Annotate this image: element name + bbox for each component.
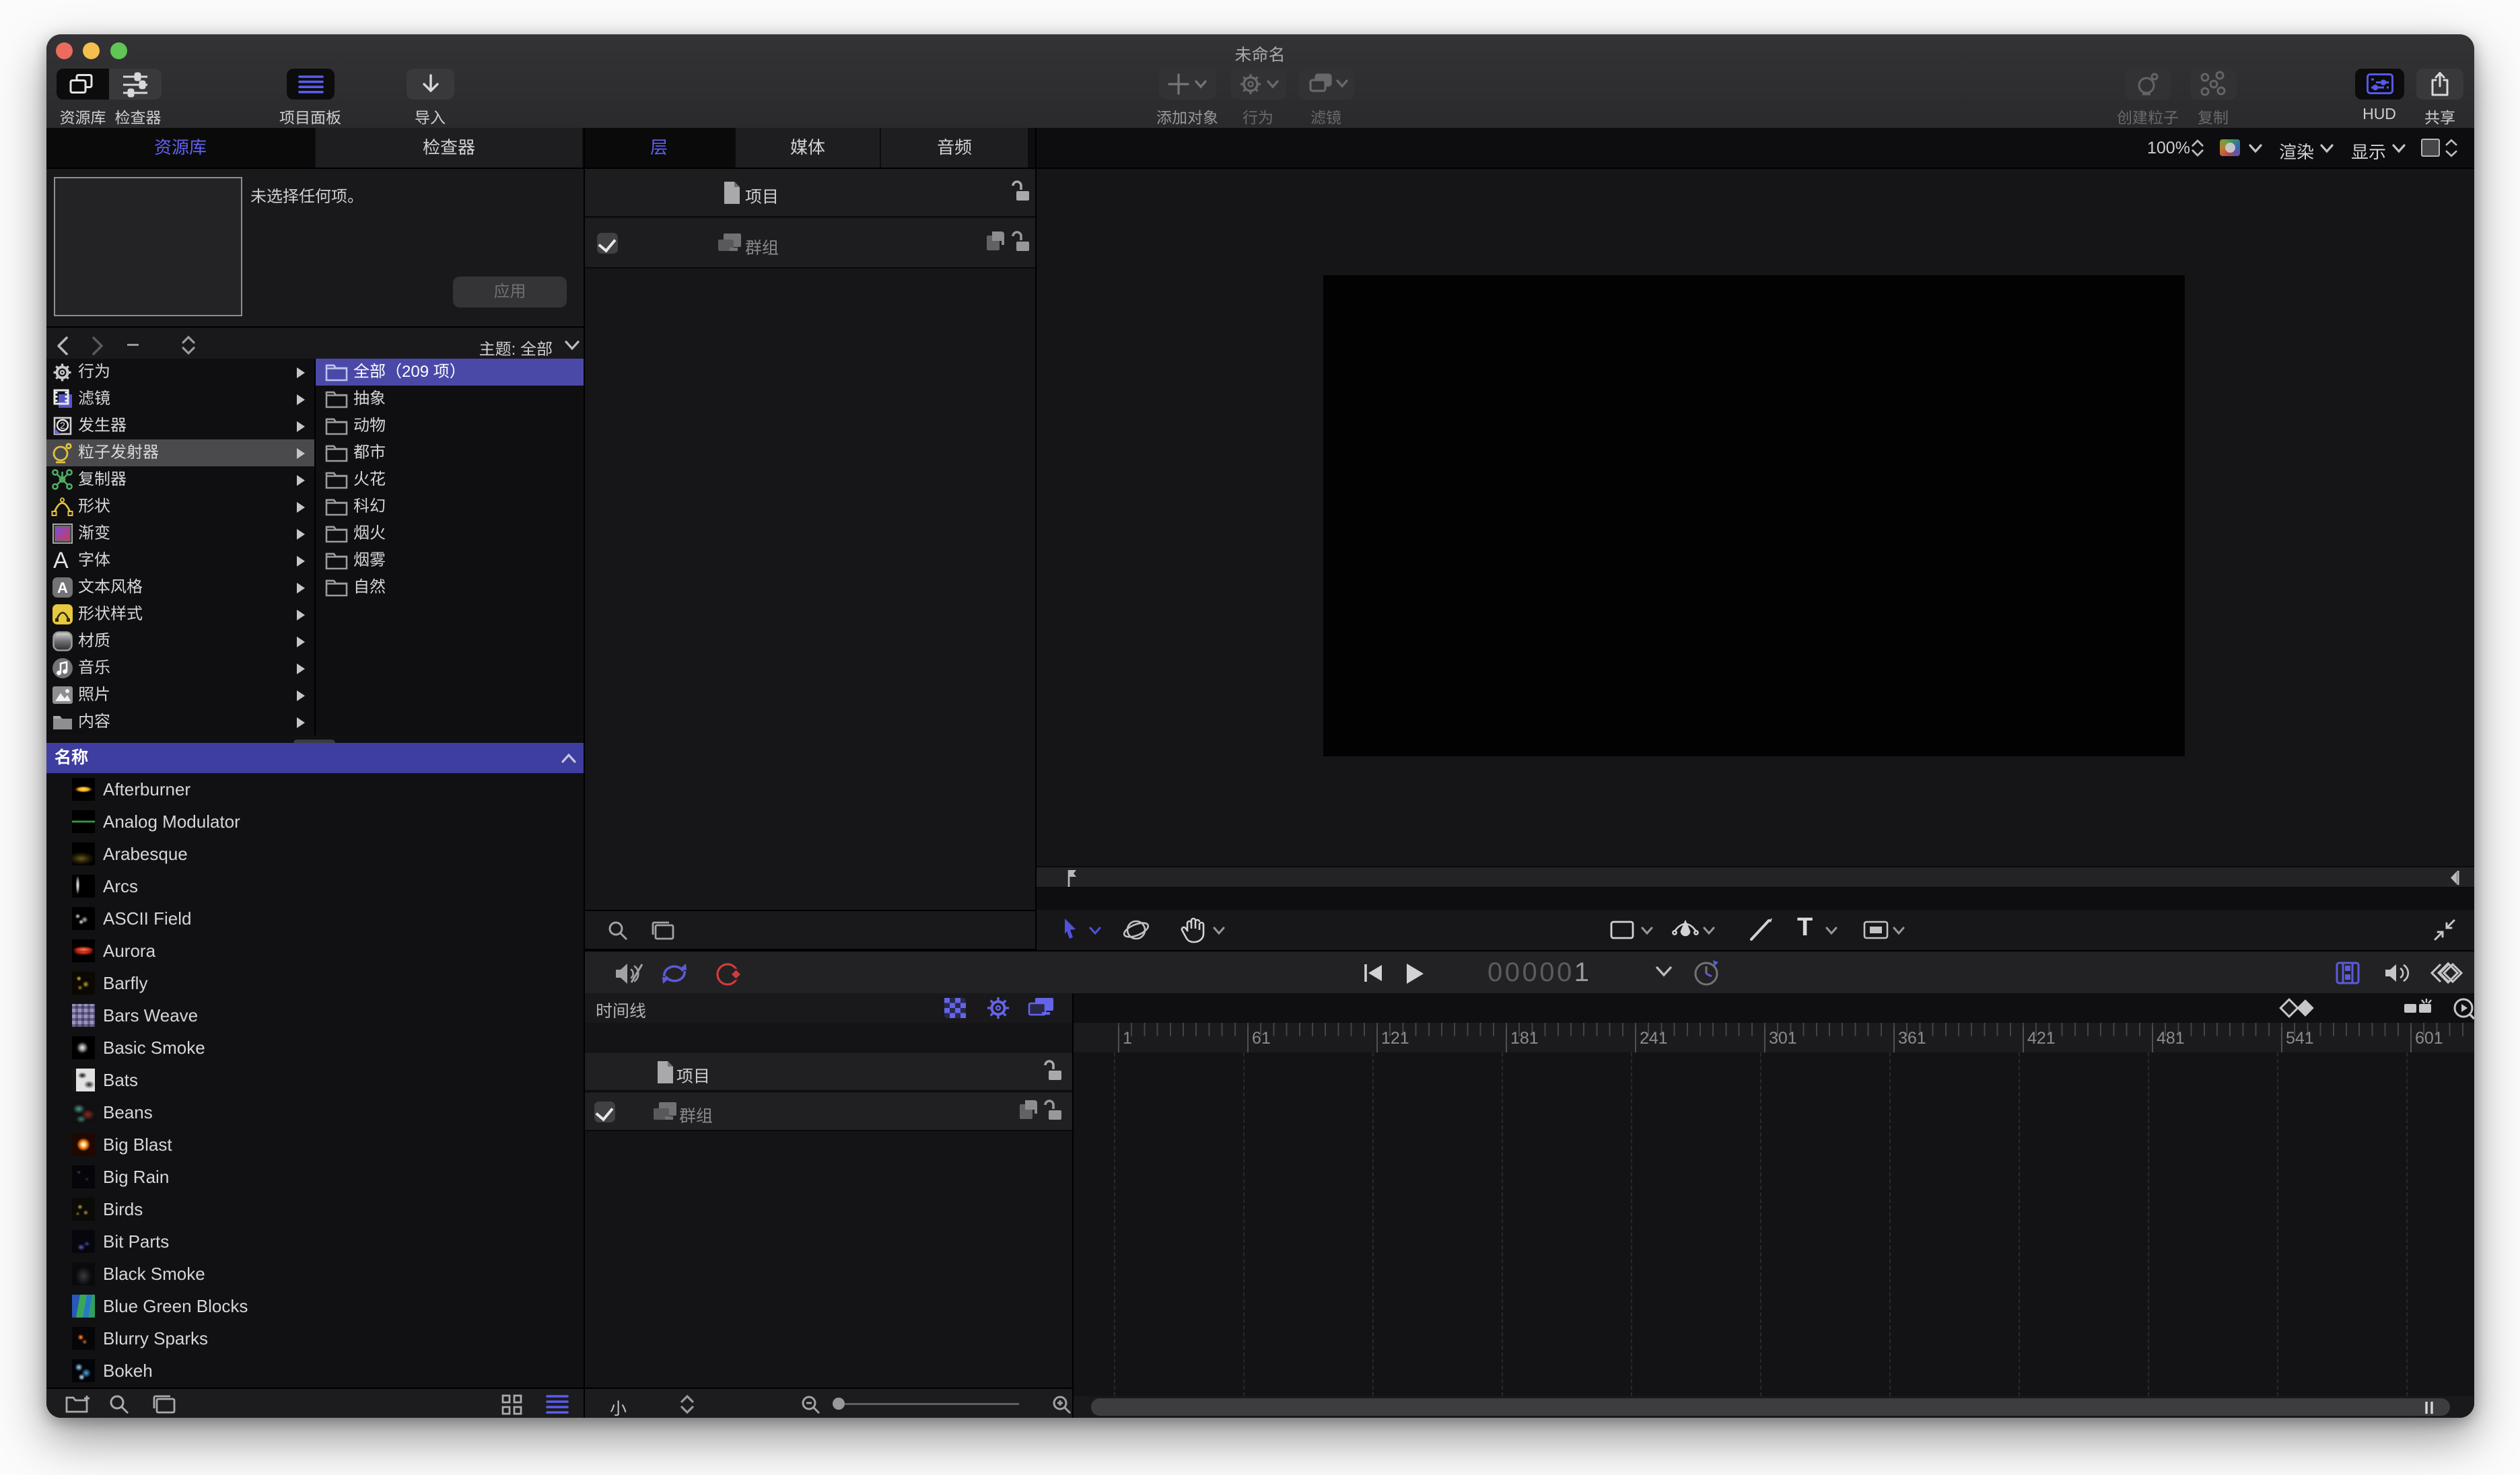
svg-text:2: 2	[60, 420, 65, 431]
svg-text:A: A	[57, 579, 68, 596]
